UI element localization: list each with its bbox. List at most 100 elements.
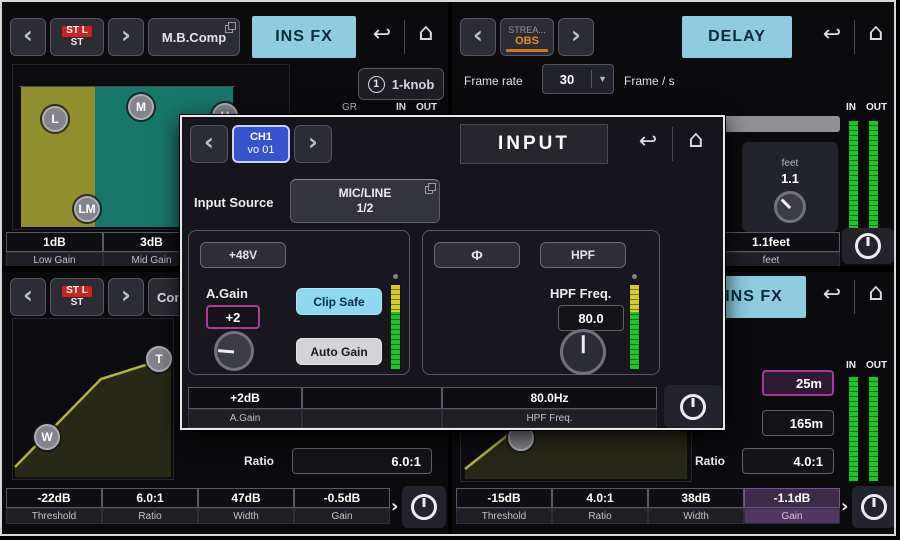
out-meter (868, 376, 879, 482)
release-value-box[interactable]: 165m (762, 410, 834, 436)
input-meter (390, 284, 401, 370)
hpf-button[interactable]: HPF (540, 242, 626, 268)
clip-safe-button[interactable]: Clip Safe (296, 288, 382, 315)
channel-prev-button[interactable]: ‹ (460, 18, 496, 56)
mid-band-knob[interactable]: M (128, 94, 154, 120)
channel-prev-button[interactable]: ‹ (10, 18, 46, 56)
chevron-right-icon: › (308, 128, 318, 160)
low-band-knob[interactable]: L (42, 106, 68, 132)
width-knob[interactable]: W (34, 424, 60, 450)
more-params-icon[interactable]: › (391, 496, 398, 517)
in-label: IN (846, 102, 856, 113)
dialog-title: INPUT (460, 124, 608, 164)
input-source-line1: MIC/LINE (339, 186, 392, 201)
preset-name-label: M.B.Comp (162, 30, 226, 45)
home-icon[interactable]: ⌂ (408, 18, 444, 46)
hpf-meter (629, 284, 640, 370)
delay-clock-tile[interactable] (842, 228, 894, 264)
param-label-low-gain: Low Gain (6, 252, 103, 266)
channel-id-chip: ST L (62, 26, 92, 37)
channel-select-button[interactable]: ST L ST (50, 18, 104, 56)
gr-label: GR (342, 102, 357, 113)
channel-color-strip (506, 49, 548, 52)
hpf-freq-value-box[interactable]: 80.0 (558, 305, 624, 331)
param-value-gain[interactable]: -0.5dB (294, 488, 390, 508)
input-clock-tile[interactable] (664, 385, 722, 428)
param-value-threshold[interactable]: -22dB (6, 488, 102, 508)
analog-gain-knob[interactable] (214, 331, 254, 371)
auto-gain-button[interactable]: Auto Gain (296, 338, 382, 365)
back-icon[interactable]: ↩ (814, 282, 850, 307)
back-icon[interactable]: ↩ (814, 22, 850, 47)
phase-button[interactable]: Φ (434, 242, 520, 268)
channel-select-button[interactable]: STREA... OBS (500, 18, 554, 56)
param-value-hpf[interactable]: 80.0Hz (442, 387, 657, 409)
comp-clock-tile[interactable] (852, 486, 896, 528)
param-value-width[interactable]: 38dB (648, 488, 744, 508)
param-value-gain[interactable]: -1.1dB (744, 488, 840, 508)
attack-value-box[interactable]: 25m (762, 370, 834, 396)
analog-gain-value-box[interactable]: +2 (206, 305, 260, 329)
home-icon[interactable]: ⌂ (678, 125, 714, 153)
threshold-knob[interactable]: T (146, 346, 172, 372)
param-label-again: A.Gain (188, 409, 302, 428)
param-label-ratio: Ratio (102, 508, 198, 524)
out-label: OUT (866, 102, 887, 113)
param-label-hpf: HPF Freq. (442, 409, 657, 428)
channel-next-button[interactable]: › (108, 278, 144, 316)
channel-select-button[interactable]: CH1 vo 01 (232, 125, 290, 163)
ratio-value-box[interactable]: 4.0:1 (742, 448, 834, 474)
param-value-again[interactable]: +2dB (188, 387, 302, 409)
home-icon[interactable]: ⌂ (858, 18, 894, 46)
param-label-threshold: Threshold (6, 508, 102, 524)
clock-knob-icon (680, 394, 706, 420)
library-preset-button[interactable]: M.B.Comp (148, 18, 240, 56)
back-icon[interactable]: ↩ (630, 129, 666, 154)
param-value-ratio[interactable]: 4.0:1 (552, 488, 648, 508)
nav-separator (854, 20, 855, 54)
input-source-button[interactable]: MIC/LINE 1/2 (290, 179, 440, 223)
ratio-label: Ratio (695, 454, 725, 468)
dropdown-arrow-icon: ▼ (591, 70, 613, 88)
chevron-right-icon: › (121, 21, 131, 53)
low-mid-band-knob[interactable]: LM (74, 196, 100, 222)
delay-knob[interactable] (774, 191, 806, 223)
chevron-left-icon: ‹ (23, 281, 33, 313)
one-knob-label: 1-knob (392, 77, 435, 92)
out-meter (868, 120, 879, 232)
ratio-label: Ratio (244, 454, 274, 468)
out-label: OUT (866, 360, 887, 371)
page-title: DELAY (682, 16, 792, 58)
param-value-cell[interactable] (302, 387, 442, 409)
param-value-low-gain[interactable]: 1dB (6, 232, 103, 252)
more-params-icon[interactable]: › (841, 496, 848, 517)
param-label-width: Width (648, 508, 744, 524)
hpf-freq-knob[interactable] (560, 329, 606, 375)
param-label-width: Width (198, 508, 294, 524)
back-icon[interactable]: ↩ (364, 22, 400, 47)
comp-clock-tile[interactable] (402, 486, 446, 528)
analog-gain-label: A.Gain (206, 286, 248, 301)
channel-select-button[interactable]: ST L ST (50, 278, 104, 316)
delay-unit-label: feet (782, 158, 799, 169)
channel-next-button[interactable]: › (294, 125, 332, 163)
chevron-right-icon: › (571, 21, 581, 53)
channel-prev-button[interactable]: ‹ (10, 278, 46, 316)
clock-knob-icon (861, 494, 887, 520)
frame-rate-label: Frame rate (464, 74, 523, 88)
channel-id-chip: ST L (62, 286, 92, 297)
in-label: IN (396, 102, 406, 113)
param-value-width[interactable]: 47dB (198, 488, 294, 508)
phantom-48v-button[interactable]: +48V (200, 242, 286, 268)
param-value-ratio[interactable]: 6.0:1 (102, 488, 198, 508)
home-icon[interactable]: ⌂ (858, 278, 894, 306)
param-value-threshold[interactable]: -15dB (456, 488, 552, 508)
channel-next-button[interactable]: › (558, 18, 594, 56)
delay-value: 1.1 (781, 171, 799, 186)
one-knob-button[interactable]: 1 1-knob (358, 68, 444, 100)
frame-rate-dropdown[interactable]: 30 ▼ (542, 64, 614, 94)
ratio-value-box[interactable]: 6.0:1 (292, 448, 432, 474)
channel-next-button[interactable]: › (108, 18, 144, 56)
channel-prev-button[interactable]: ‹ (190, 125, 228, 163)
param-label-threshold: Threshold (456, 508, 552, 524)
